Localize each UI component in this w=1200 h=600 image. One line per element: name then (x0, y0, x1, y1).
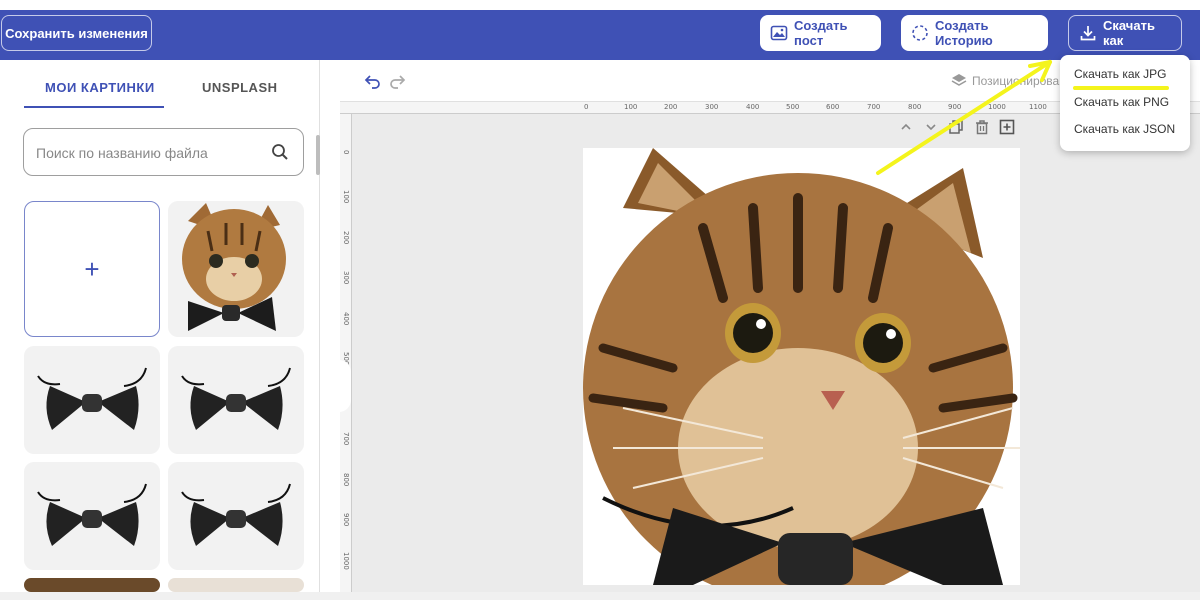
ruler-tick: 100 (342, 190, 350, 204)
ruler-tick: 300 (705, 103, 719, 111)
cat-with-bowtie-image[interactable] (583, 148, 1020, 585)
ruler-tick: 900 (342, 513, 350, 527)
plus-icon: + (84, 253, 100, 284)
download-json-item[interactable]: Скачать как JSON (1074, 122, 1175, 136)
search-placeholder: Поиск по названию файла (36, 145, 208, 161)
ruler-tick: 1000 (342, 552, 350, 570)
undo-icon[interactable] (364, 72, 382, 90)
add-image-tile[interactable]: + (24, 201, 160, 337)
download-as-button[interactable]: Скачать как (1068, 15, 1182, 51)
image-thumbnail-bow[interactable] (24, 462, 160, 570)
top-strip (0, 0, 1200, 10)
save-changes-button[interactable]: Сохранить изменения (1, 15, 152, 51)
image-thumbnail-partial[interactable] (168, 578, 304, 592)
ruler-tick: 0 (584, 103, 589, 111)
collapse-sidebar-handle[interactable] (339, 360, 351, 412)
ruler-tick: 600 (826, 103, 840, 111)
ruler-tick: 300 (342, 271, 350, 285)
ruler-tick: 400 (746, 103, 760, 111)
image-thumbnail-cat[interactable] (168, 201, 304, 337)
create-post-button[interactable]: Создать пост (760, 15, 881, 51)
artboard[interactable] (583, 148, 1020, 585)
search-icon[interactable] (271, 143, 289, 161)
ruler-tick: 200 (342, 231, 350, 245)
ruler-tick: 400 (342, 312, 350, 326)
download-menu: Скачать как JPG Скачать как PNG Скачать … (1060, 55, 1190, 151)
tab-unsplash[interactable]: UNSPLASH (202, 80, 278, 95)
ruler-tick: 200 (664, 103, 678, 111)
active-tab-indicator (24, 106, 164, 108)
ruler-tick: 100 (624, 103, 638, 111)
sidebar: МОИ КАРТИНКИ UNSPLASH Поиск по названию … (0, 60, 320, 592)
download-icon (1080, 26, 1096, 41)
vertical-ruler: 0 100 200 300 400 500 600 700 800 900 10… (340, 114, 352, 592)
ruler-tick: 800 (342, 473, 350, 487)
image-thumbnail-partial[interactable] (24, 578, 160, 592)
image-icon (770, 25, 788, 41)
bottom-strip (0, 592, 1200, 600)
highlight-underline (1073, 86, 1169, 90)
annotation-arrow (876, 60, 1052, 175)
sidebar-scrollbar[interactable] (316, 135, 320, 175)
download-jpg-item[interactable]: Скачать как JPG (1074, 67, 1166, 81)
search-field[interactable]: Поиск по названию файла (23, 128, 304, 176)
image-thumbnail-bow[interactable] (168, 462, 304, 570)
ruler-tick: 0 (342, 150, 350, 155)
download-png-item[interactable]: Скачать как PNG (1074, 95, 1169, 109)
image-thumbnail-bow[interactable] (168, 346, 304, 454)
tab-my-images[interactable]: МОИ КАРТИНКИ (45, 80, 155, 95)
download-as-label: Скачать как (1103, 18, 1155, 48)
ruler-tick: 700 (342, 432, 350, 446)
ruler-tick: 500 (786, 103, 800, 111)
create-post-label: Создать пост (794, 18, 848, 48)
redo-icon[interactable] (388, 72, 406, 90)
image-thumbnail-bow[interactable] (24, 346, 160, 454)
